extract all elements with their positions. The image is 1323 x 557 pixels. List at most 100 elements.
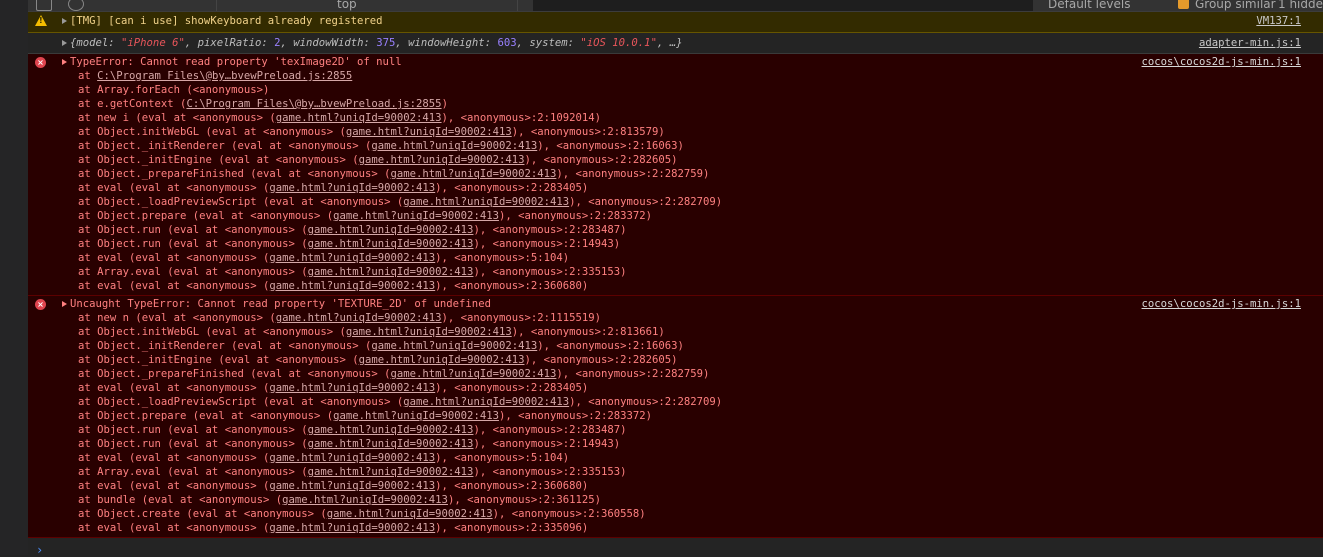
frame-source-link[interactable]: game.html?uniqId=90002:413 — [391, 368, 557, 380]
frame-text: at Object._loadPreviewScript (eval at <a… — [78, 196, 404, 208]
frame-source-link[interactable]: game.html?uniqId=90002:413 — [359, 354, 525, 366]
frame-source-link[interactable]: game.html?uniqId=90002:413 — [403, 196, 569, 208]
stack-frame: at eval (eval at <anonymous> (game.html?… — [62, 479, 1301, 493]
frame-text: at Object.create (eval at <anonymous> ( — [78, 508, 327, 520]
frame-source-link[interactable]: game.html?uniqId=90002:413 — [308, 424, 474, 436]
frame-source-link[interactable]: game.html?uniqId=90002:413 — [269, 480, 435, 492]
stack-frame: at Object.prepare (eval at <anonymous> (… — [62, 409, 1301, 423]
stack-frame: at eval (eval at <anonymous> (game.html?… — [62, 521, 1301, 535]
frame-location: ), <anonymous>:2:282709) — [569, 196, 723, 208]
stack-frame: at Object.run (eval at <anonymous> (game… — [62, 423, 1301, 437]
frame-source-link[interactable]: game.html?uniqId=90002:413 — [269, 280, 435, 292]
frame-location: ), <anonymous>:2:283405) — [435, 182, 589, 194]
frame-source-link[interactable]: game.html?uniqId=90002:413 — [308, 266, 474, 278]
frame-source-link[interactable]: game.html?uniqId=90002:413 — [346, 126, 512, 138]
frame-text: at e.getContext ( — [78, 98, 187, 110]
frame-source-link[interactable]: game.html?uniqId=90002:413 — [282, 494, 448, 506]
error-message: × Uncaught TypeError: Cannot read propert… — [28, 296, 1323, 538]
frame-text: at Object._initRenderer (eval at <anonym… — [78, 340, 372, 352]
context-selector[interactable]: top — [216, 0, 518, 11]
frame-source-link[interactable]: game.html?uniqId=90002:413 — [359, 154, 525, 166]
stack-frame: at new i (eval at <anonymous> (game.html… — [62, 111, 1301, 125]
filter-input[interactable] — [533, 0, 1033, 11]
stack-frame: at Object.initWebGL (eval at <anonymous>… — [62, 125, 1301, 139]
stack-frame: at Object._loadPreviewScript (eval at <a… — [62, 395, 1301, 409]
group-similar-checkbox[interactable]: Group similar — [1178, 0, 1276, 11]
frame-source-link[interactable]: C:\Program Files\@by…bvewPreload.js:2855 — [97, 70, 352, 82]
stack-frame: at Object.prepare (eval at <anonymous> (… — [62, 209, 1301, 223]
frame-location: ), <anonymous>:2:16063) — [537, 340, 684, 352]
frame-source-link[interactable]: game.html?uniqId=90002:413 — [308, 438, 474, 450]
frame-location: ), <anonymous>:2:1092014) — [441, 112, 601, 124]
frame-source-link[interactable]: game.html?uniqId=90002:413 — [269, 522, 435, 534]
frame-source-link[interactable]: game.html?uniqId=90002:413 — [269, 382, 435, 394]
frame-location: ), <anonymous>:2:361125) — [447, 494, 602, 506]
frame-text: at eval (eval at <anonymous> ( — [78, 280, 270, 292]
object-token: : — [363, 37, 377, 49]
frame-source-link[interactable]: game.html?uniqId=90002:413 — [403, 396, 569, 408]
object-token: , — [184, 37, 198, 49]
warning-source-link[interactable]: VM137:1 — [1256, 10, 1301, 32]
stack-frame: at Object._initRenderer (eval at <anonym… — [62, 139, 1301, 153]
frame-text: at Object._initRenderer (eval at <anonym… — [78, 140, 372, 152]
frame-source-link[interactable]: game.html?uniqId=90002:413 — [276, 312, 442, 324]
expand-triangle-icon[interactable] — [62, 18, 67, 24]
frame-text: at new n (eval at <anonymous> ( — [78, 312, 276, 324]
object-token: : — [108, 37, 122, 49]
stack-frame: at Object.run (eval at <anonymous> (game… — [62, 437, 1301, 451]
frame-source-link[interactable]: game.html?uniqId=90002:413 — [333, 210, 499, 222]
object-token: : — [567, 37, 581, 49]
frame-text: at Object.initWebGL (eval at <anonymous>… — [78, 126, 346, 138]
frame-location: ), <anonymous>:2:282759) — [556, 168, 710, 180]
frame-source-link[interactable]: game.html?uniqId=90002:413 — [371, 140, 537, 152]
stack-frame: at eval (eval at <anonymous> (game.html?… — [62, 451, 1301, 465]
object-token: pixelRatio — [197, 37, 262, 49]
frame-source-link[interactable]: game.html?uniqId=90002:413 — [269, 182, 435, 194]
stack-frame: at Object._prepareFinished (eval at <ano… — [62, 167, 1301, 181]
levels-dropdown[interactable]: Default levels — [1048, 0, 1130, 11]
frame-source-link[interactable]: game.html?uniqId=90002:413 — [308, 238, 474, 250]
frame-location: ), <anonymous>:2:16063) — [537, 140, 684, 152]
stack-frame: at Object.run (eval at <anonymous> (game… — [62, 237, 1301, 251]
expand-triangle-icon[interactable] — [62, 59, 67, 65]
frame-source-link[interactable]: game.html?uniqId=90002:413 — [333, 410, 499, 422]
frame-source-link[interactable]: game.html?uniqId=90002:413 — [346, 326, 512, 338]
error-source-link[interactable]: cocos\cocos2d-js-min.js:1 — [1142, 55, 1301, 69]
frame-location: ), <anonymous>:2:14943) — [473, 238, 621, 250]
frame-location: ), <anonymous>:2:283372) — [498, 210, 653, 222]
stack-frame: at Object.initWebGL (eval at <anonymous>… — [62, 325, 1301, 339]
stack-frame: at eval (eval at <anonymous> (game.html?… — [62, 181, 1301, 195]
error-source-link[interactable]: cocos\cocos2d-js-min.js:1 — [1142, 297, 1301, 311]
frame-source-link[interactable]: C:\Program Files\@by…bvewPreload.js:2855 — [186, 98, 441, 110]
frame-location: ), <anonymous>:2:1115519) — [441, 312, 601, 324]
expand-triangle-icon[interactable] — [62, 40, 67, 46]
frame-source-link[interactable]: game.html?uniqId=90002:413 — [276, 112, 442, 124]
expand-triangle-icon[interactable] — [62, 301, 67, 307]
frame-text: at eval (eval at <anonymous> ( — [78, 480, 270, 492]
object-preview[interactable]: {model: "iPhone 6", pixelRatio: 2, windo… — [70, 37, 682, 49]
frame-source-link[interactable]: game.html?uniqId=90002:413 — [308, 466, 474, 478]
frame-source-link[interactable]: game.html?uniqId=90002:413 — [308, 224, 474, 236]
stack-frame: at Object._initRenderer (eval at <anonym… — [62, 339, 1301, 353]
sidebar-toggle-icon[interactable] — [36, 0, 52, 11]
frame-text: at Array.eval (eval at <anonymous> ( — [78, 466, 308, 478]
frame-location: ), <anonymous>:2:360680) — [435, 480, 589, 492]
object-token: "iOS 10.0.1" — [580, 37, 657, 49]
frame-source-link[interactable]: game.html?uniqId=90002:413 — [391, 168, 557, 180]
error-text: Uncaught TypeError: Cannot read property… — [70, 298, 491, 310]
object-source-link[interactable]: adapter-min.js:1 — [1199, 33, 1301, 54]
frame-location: ), <anonymous>:2:282709) — [569, 396, 723, 408]
frame-source-link[interactable]: game.html?uniqId=90002:413 — [269, 452, 435, 464]
frame-location: ), <anonymous>:2:360680) — [435, 280, 589, 292]
frame-source-link[interactable]: game.html?uniqId=90002:413 — [327, 508, 493, 520]
stack-frame: at eval (eval at <anonymous> (game.html?… — [62, 381, 1301, 395]
frame-text: at bundle (eval at <anonymous> ( — [78, 494, 283, 506]
object-token: windowWidth — [293, 37, 364, 49]
frame-source-link[interactable]: game.html?uniqId=90002:413 — [371, 340, 537, 352]
object-token: : — [261, 37, 275, 49]
clear-console-icon[interactable] — [68, 0, 84, 11]
frame-text: at Object.run (eval at <anonymous> ( — [78, 238, 308, 250]
frame-text: at eval (eval at <anonymous> ( — [78, 452, 270, 464]
frame-source-link[interactable]: game.html?uniqId=90002:413 — [269, 252, 435, 264]
frame-location: ), <anonymous>:2:283405) — [435, 382, 589, 394]
